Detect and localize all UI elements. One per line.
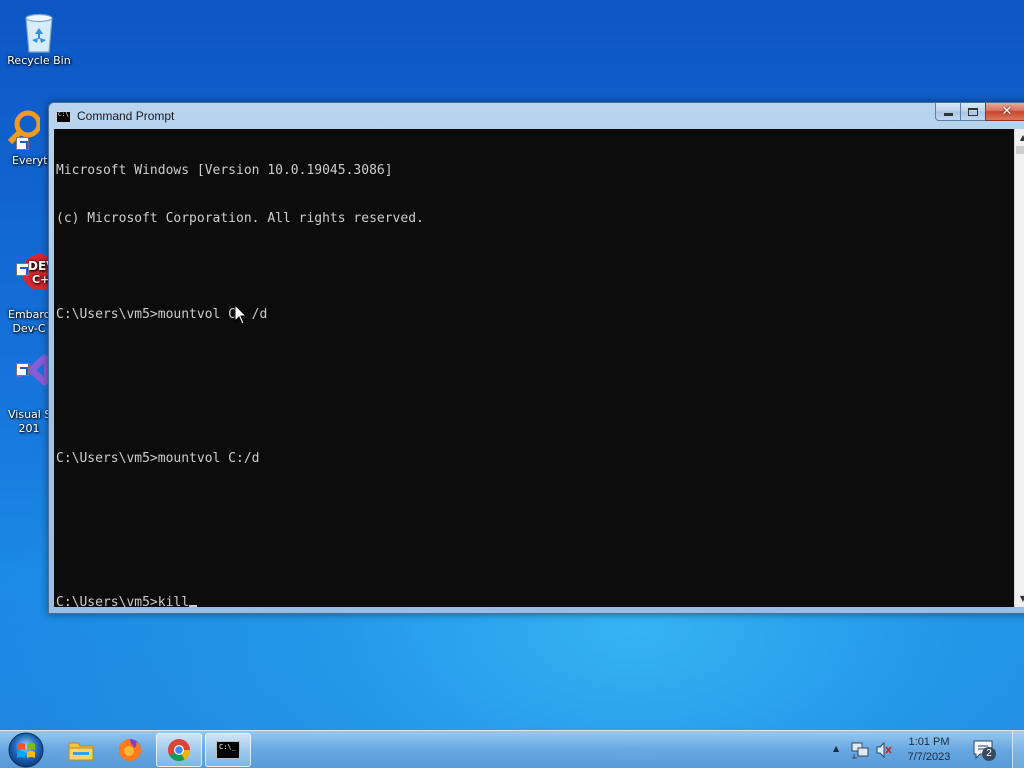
console-line: C:\Users\vm5>mountvol C: /d xyxy=(56,307,268,322)
shortcut-arrow-icon xyxy=(16,137,29,150)
start-button[interactable] xyxy=(6,732,46,768)
show-desktop-button[interactable] xyxy=(1012,731,1024,768)
visual-studio-icon xyxy=(0,336,50,386)
chrome-icon xyxy=(168,739,190,761)
cmd-icon-text: C:\_ xyxy=(219,743,236,751)
devcpp-logo-icon: DEV C++ xyxy=(0,236,50,290)
window-title: Command Prompt xyxy=(77,109,175,123)
console-line: (c) Microsoft Corporation. All rights re… xyxy=(56,211,424,226)
taskbar-file-explorer-button[interactable] xyxy=(58,733,104,767)
scroll-up-arrow-icon[interactable]: ▲ xyxy=(1015,129,1024,146)
text-cursor xyxy=(189,605,198,607)
shortcut-arrow-icon xyxy=(16,263,29,276)
desktop-icon-everything[interactable]: Everyth xyxy=(0,110,50,168)
cmd-icon: C:\_ xyxy=(216,741,240,759)
console-current-input[interactable]: C:\Users\vm5>kill xyxy=(56,595,189,607)
notification-count-badge: 2 xyxy=(982,747,996,761)
console-output[interactable]: Microsoft Windows [Version 10.0.19045.30… xyxy=(54,129,1014,607)
maximize-icon xyxy=(968,107,978,116)
firefox-icon xyxy=(119,739,141,761)
command-prompt-window[interactable]: Command Prompt ✕ Microsoft Windows [Vers… xyxy=(48,102,1024,614)
console-line: Microsoft Windows [Version 10.0.19045.30… xyxy=(56,163,393,178)
scroll-down-arrow-icon[interactable]: ▼ xyxy=(1015,590,1024,607)
tray-overflow-icon[interactable]: ▲ xyxy=(833,744,843,754)
desktop-icon-label: Recycle Bin xyxy=(7,54,71,67)
mouse-pointer-icon xyxy=(234,304,248,325)
shortcut-arrow-icon xyxy=(16,363,29,376)
clock-date: 7/7/2023 xyxy=(907,751,951,763)
cmd-app-icon[interactable] xyxy=(56,111,71,123)
taskbar-chrome-button[interactable] xyxy=(156,733,202,767)
clock-time: 1:01 PM xyxy=(908,736,950,748)
vertical-scrollbar[interactable]: ▲ ▼ xyxy=(1014,129,1024,607)
desktop-icon-label: Visual S 201 xyxy=(8,408,50,435)
maximize-button[interactable] xyxy=(960,103,986,121)
close-button[interactable]: ✕ xyxy=(985,103,1024,121)
taskbar-clock[interactable]: 1:01 PM 7/7/2023 xyxy=(898,735,960,765)
volume-muted-icon[interactable] xyxy=(875,741,893,759)
console-line: C:\Users\vm5>mountvol C:/d xyxy=(56,451,260,466)
console-input-line[interactable]: C:\Users\vm5>kill xyxy=(56,595,1012,607)
desktop-icon-recycle-bin[interactable]: Recycle Bin xyxy=(0,10,79,68)
window-titlebar[interactable]: Command Prompt ✕ xyxy=(49,103,1024,129)
desktop-icon-visual-studio[interactable]: Visual S 201 xyxy=(0,308,50,450)
scrollbar-thumb[interactable] xyxy=(1016,146,1024,154)
taskbar-command-prompt-button[interactable]: C:\_ xyxy=(205,733,251,767)
recycle-bin-icon xyxy=(19,10,59,53)
everything-search-icon xyxy=(0,110,42,150)
svg-text:DEV: DEV xyxy=(28,259,50,273)
folder-icon xyxy=(68,742,94,761)
network-icon[interactable] xyxy=(851,741,869,759)
minimize-button[interactable] xyxy=(935,103,961,121)
taskbar: C:\_ ▲ 1:01 PM 7/7/2023 2 xyxy=(0,730,1024,768)
minimize-icon xyxy=(943,113,953,116)
desktop-icon-label: Everyth xyxy=(12,154,50,167)
action-center-button[interactable]: 2 xyxy=(972,739,996,761)
close-icon: ✕ xyxy=(1001,104,1013,119)
taskbar-firefox-button[interactable] xyxy=(107,733,153,767)
